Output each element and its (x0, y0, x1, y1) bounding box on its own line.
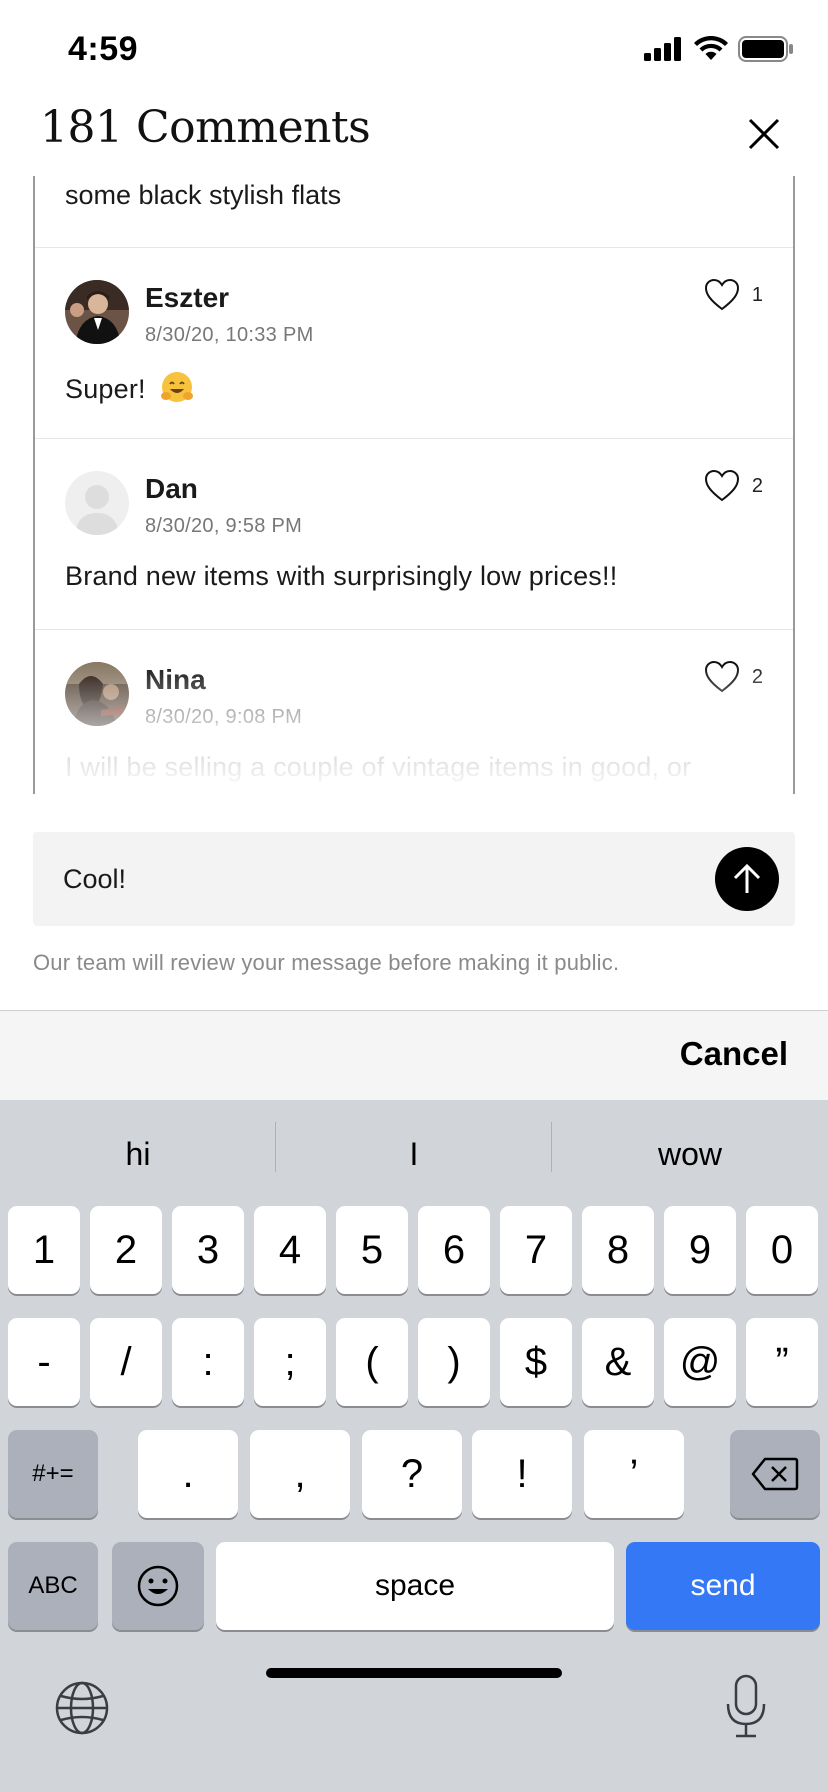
backspace-icon (751, 1457, 799, 1491)
close-icon (748, 118, 780, 150)
like-button[interactable]: 1 (704, 278, 763, 312)
suggestion-item[interactable]: hi (0, 1118, 276, 1182)
default-avatar-icon (65, 471, 129, 535)
key-more-symbols[interactable]: #+= (8, 1430, 98, 1518)
cancel-button[interactable]: Cancel (680, 1035, 788, 1073)
key-symbol[interactable]: : (172, 1318, 244, 1406)
comment-input[interactable] (63, 854, 683, 904)
key-symbol[interactable]: - (8, 1318, 80, 1406)
key-punctuation[interactable]: ’ (584, 1430, 684, 1518)
key-space[interactable]: space (216, 1542, 614, 1630)
page-title: 181 Comments (40, 102, 371, 153)
key-emoji[interactable] (112, 1542, 204, 1630)
key-symbol[interactable]: / (90, 1318, 162, 1406)
key-punctuation[interactable]: , (250, 1430, 350, 1518)
list-item: Nina 8/30/20, 9:08 PM I will be selling … (35, 630, 793, 794)
suggestion-item[interactable]: I (276, 1118, 552, 1182)
arrow-up-icon (733, 863, 761, 893)
comment-text: I will be selling a couple of vintage it… (65, 752, 692, 782)
key-digit[interactable]: 1 (8, 1206, 80, 1294)
home-indicator (266, 1668, 562, 1678)
comment-author: Nina (145, 664, 206, 695)
status-bar: 4:59 (0, 0, 828, 100)
key-digit[interactable]: 8 (582, 1206, 654, 1294)
status-icons (644, 36, 794, 62)
suggestion-bar: hi I wow (0, 1100, 828, 1200)
suggestion-item[interactable]: wow (552, 1118, 828, 1182)
key-punctuation[interactable]: . (138, 1430, 238, 1518)
wifi-icon (694, 36, 728, 60)
list-item: Eszter 8/30/20, 10:33 PM Super! 1 (35, 248, 793, 439)
comment-author: Eszter (145, 282, 230, 313)
key-symbol[interactable]: @ (664, 1318, 736, 1406)
key-symbol[interactable]: & (582, 1318, 654, 1406)
comment-composer (33, 832, 795, 926)
key-digit[interactable]: 9 (664, 1206, 736, 1294)
review-note: Our team will review your message before… (33, 950, 620, 975)
key-abc[interactable]: ABC (8, 1542, 98, 1630)
heart-icon (704, 469, 739, 502)
battery-icon (738, 36, 793, 62)
emoji-icon (137, 1565, 179, 1607)
comment-timestamp: 8/30/20, 9:58 PM (145, 515, 303, 537)
like-button[interactable]: 2 (704, 469, 763, 503)
key-punctuation[interactable]: ? (362, 1430, 462, 1518)
key-symbol[interactable]: ) (418, 1318, 490, 1406)
avatar[interactable] (65, 471, 129, 535)
list-item: some black stylish flats (35, 176, 793, 248)
keyboard-accessory-bar: Cancel (0, 1010, 828, 1100)
comment-text: Brand new items with surprisingly low pr… (65, 561, 618, 591)
heart-icon (704, 660, 739, 693)
key-backspace[interactable] (730, 1430, 820, 1518)
heart-icon (704, 278, 739, 311)
close-button[interactable] (740, 110, 788, 158)
comments-header: 181 Comments (0, 100, 828, 176)
send-button[interactable] (715, 847, 779, 911)
comment-text: Super! (65, 374, 146, 404)
key-digit[interactable]: 4 (254, 1206, 326, 1294)
status-time: 4:59 (68, 30, 139, 68)
key-symbol[interactable]: ” (746, 1318, 818, 1406)
key-digit[interactable]: 3 (172, 1206, 244, 1294)
key-symbol[interactable]: $ (500, 1318, 572, 1406)
like-button[interactable]: 2 (704, 660, 763, 694)
comment-timestamp: 8/30/20, 10:33 PM (145, 324, 314, 346)
key-digit[interactable]: 0 (746, 1206, 818, 1294)
globe-button[interactable] (54, 1680, 110, 1736)
list-item: Dan 8/30/20, 9:58 PM Brand new items wit… (35, 439, 793, 630)
comment-text-row: Super! (65, 370, 195, 406)
key-digit[interactable]: 5 (336, 1206, 408, 1294)
key-punctuation[interactable]: ! (472, 1430, 572, 1518)
avatar[interactable] (65, 280, 129, 344)
like-count: 1 (751, 283, 763, 306)
hugging-face-emoji-icon (161, 372, 194, 402)
like-count: 2 (751, 474, 763, 497)
comment-timestamp: 8/30/20, 9:08 PM (145, 706, 303, 728)
key-digit[interactable]: 6 (418, 1206, 490, 1294)
globe-icon (55, 1681, 109, 1735)
key-send[interactable]: send (626, 1542, 820, 1630)
key-symbol[interactable]: ; (254, 1318, 326, 1406)
comment-author: Dan (145, 473, 198, 504)
comment-list[interactable]: some black stylish flats Eszter 8/30/20,… (33, 176, 795, 794)
microphone-icon (726, 1674, 766, 1738)
comment-text: some black stylish flats (65, 180, 342, 210)
like-count: 2 (751, 665, 763, 688)
key-digit[interactable]: 2 (90, 1206, 162, 1294)
key-digit[interactable]: 7 (500, 1206, 572, 1294)
key-symbol[interactable]: ( (336, 1318, 408, 1406)
cellular-signal-icon (644, 37, 681, 61)
keyboard: hi I wow 1 2 3 4 5 6 7 8 9 0 - / : ; ( )… (0, 1100, 828, 1792)
dictation-button[interactable] (722, 1674, 770, 1740)
avatar[interactable] (65, 662, 129, 726)
